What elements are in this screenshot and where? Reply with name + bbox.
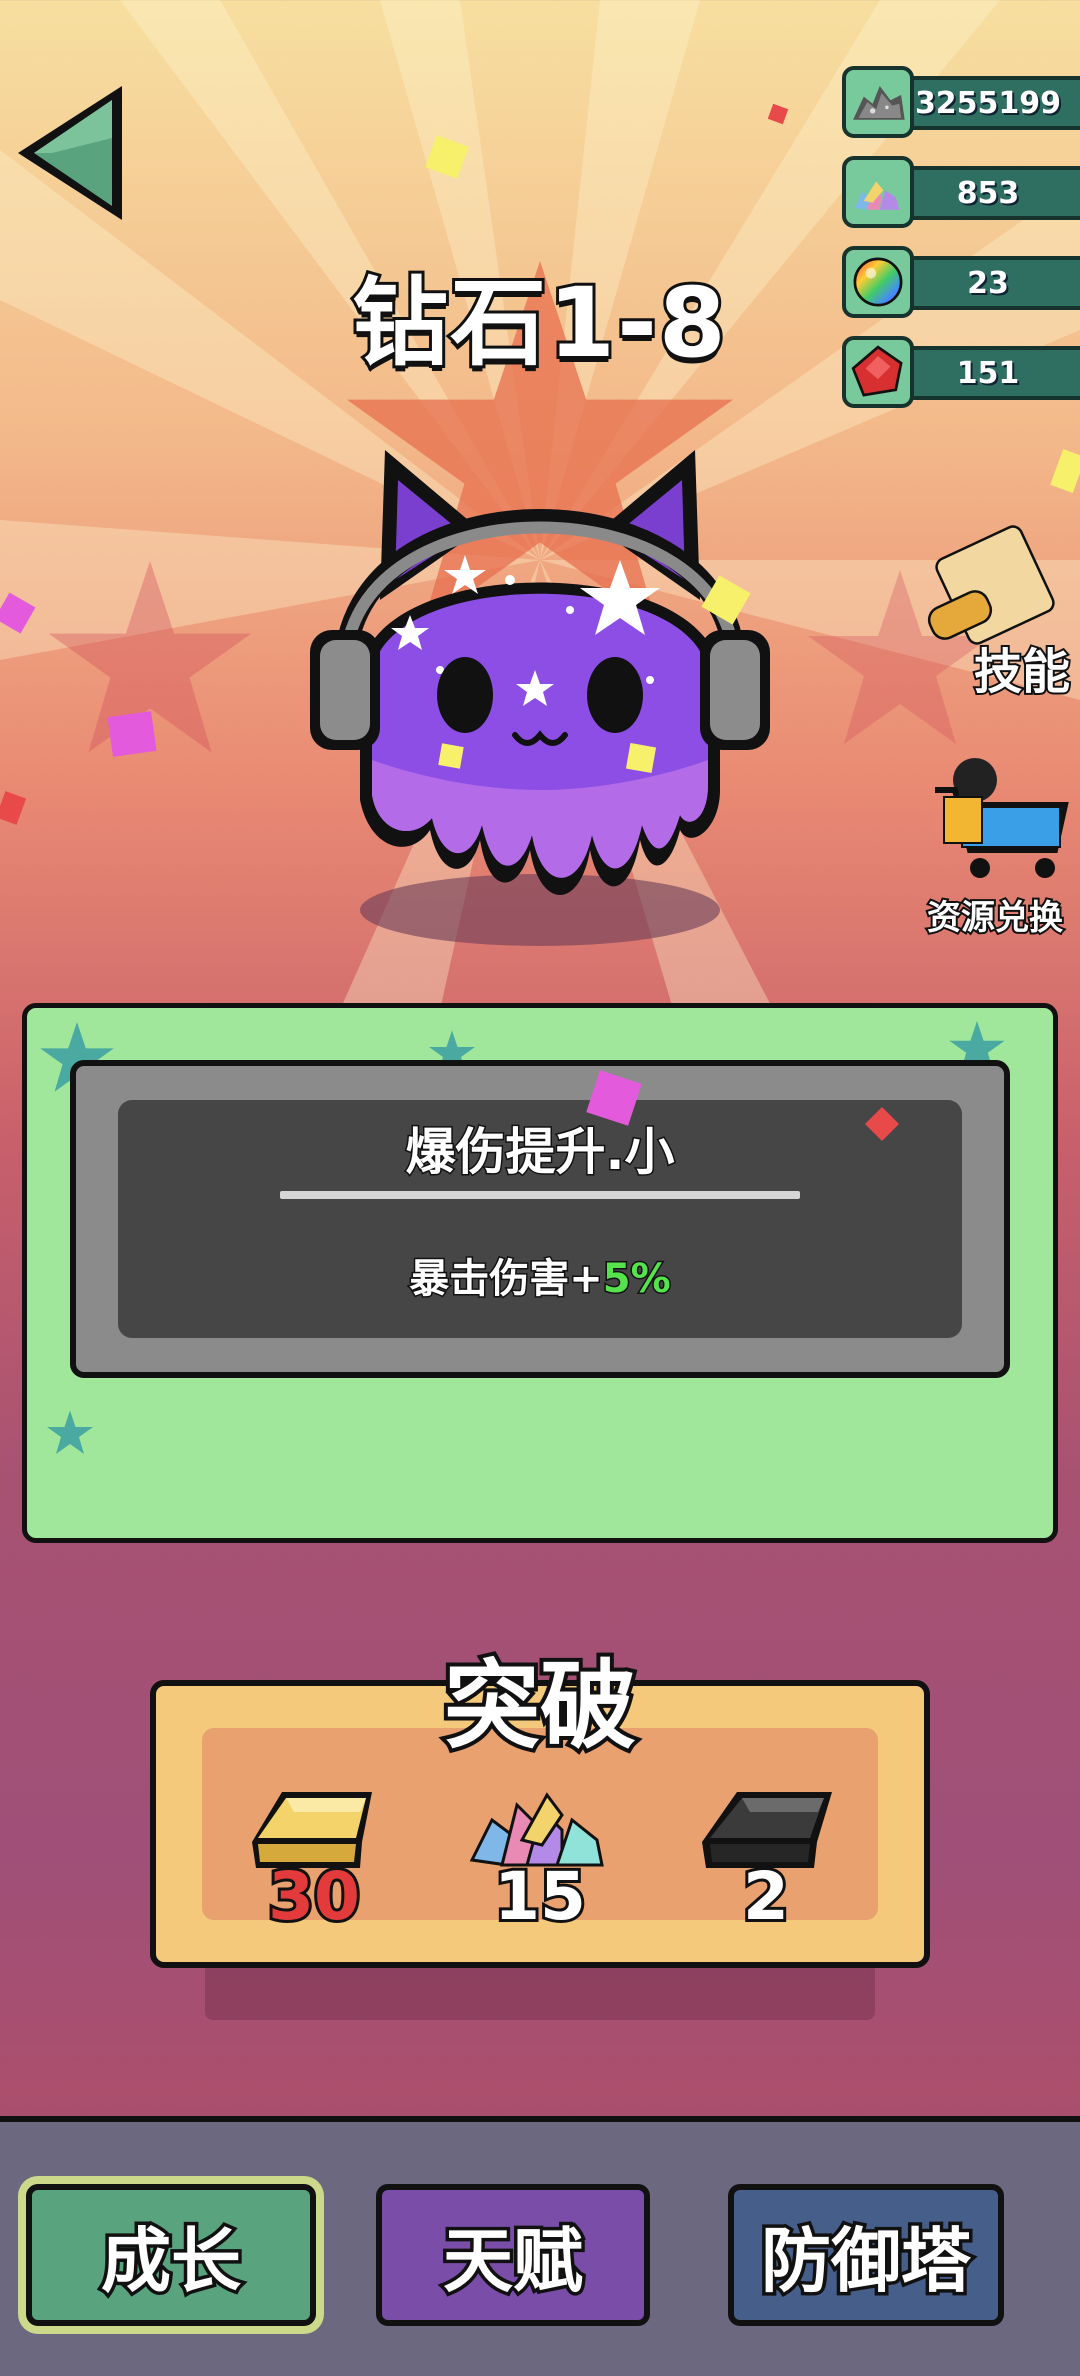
cost-ingot-amount: 2 <box>740 1855 792 1938</box>
resource-crystals-value: 853 <box>956 176 1020 211</box>
breakthrough-title: 突破 <box>440 1646 640 1766</box>
skills-button[interactable]: 技能 <box>910 520 1072 702</box>
panel-star-decoration <box>47 1410 93 1454</box>
resource-exchange-label: 资源兑换 <box>925 896 1065 940</box>
resource-exchange-button[interactable]: 资源兑换 <box>910 750 1080 940</box>
resource-ore-value: 3255199 <box>914 86 1062 121</box>
tab-growth[interactable]: 成长 <box>26 2184 316 2326</box>
skill-name: 爆伤提升.小 <box>404 1122 676 1183</box>
divider <box>280 1191 800 1199</box>
cost-crystal-amount: 15 <box>491 1855 589 1938</box>
tab-growth-label: 成长 <box>98 2216 245 2305</box>
crystal-pile-icon <box>842 156 914 228</box>
tab-talent[interactable]: 天赋 <box>376 2184 650 2326</box>
cost-gold-amount: 30 <box>265 1855 363 1938</box>
tab-defense-tower-label: 防御塔 <box>758 2216 975 2305</box>
ore-pile-icon <box>842 66 914 138</box>
scroll-icon <box>927 525 1055 645</box>
skill-description-label: 暴击伤害+ <box>408 1255 605 1304</box>
shopping-cart-icon <box>935 758 1069 878</box>
tab-defense-tower[interactable]: 防御塔 <box>728 2184 1004 2326</box>
slime-cat-character <box>310 450 770 946</box>
confetti <box>625 742 657 774</box>
confetti <box>438 743 464 769</box>
skill-description: 暴击伤害+5% <box>118 1246 962 1304</box>
skills-button-label: 技能 <box>972 642 1072 702</box>
back-arrow-button[interactable] <box>12 78 130 228</box>
tab-talent-label: 天赋 <box>440 2216 587 2305</box>
resource-ore: 3255199 <box>842 66 1080 138</box>
resource-crystals: 853 <box>842 156 1080 228</box>
page-title: 钻石1-8 <box>349 264 728 382</box>
skill-description-value: 5% <box>601 1255 672 1304</box>
confetti <box>107 711 157 757</box>
